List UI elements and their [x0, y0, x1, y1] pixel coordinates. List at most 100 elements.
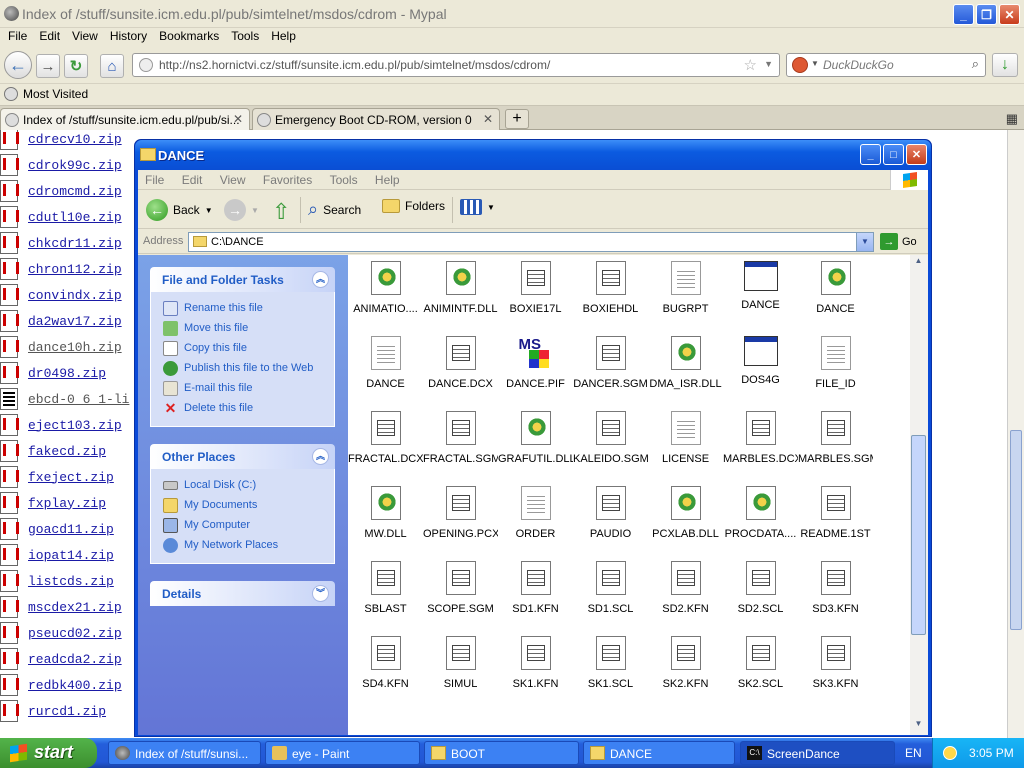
forward-dropdown-icon[interactable]: ▼ [251, 206, 259, 215]
file-item[interactable]: SD1.KFN [498, 559, 573, 629]
email-file-link[interactable]: E-mail this file [163, 378, 334, 398]
tab-close-icon[interactable]: ✕ [233, 112, 243, 126]
tab-emergency-boot[interactable]: Emergency Boot CD-ROM, version 0 ✕ [252, 108, 500, 130]
files-scrollbar[interactable]: ▲ ▼ [910, 255, 928, 735]
local-disk-link[interactable]: Local Disk (C:) [163, 475, 334, 495]
file-item[interactable]: SCOPE.SGM [423, 559, 498, 629]
file-link[interactable]: eject103.zip [28, 418, 122, 433]
file-item[interactable]: SK2.SCL [723, 634, 798, 704]
explorer-maximize-button[interactable]: □ [883, 144, 904, 165]
file-item[interactable]: DANCE.PIF [498, 334, 573, 404]
copy-file-link[interactable]: Copy this file [163, 338, 334, 358]
collapse-chevron-icon[interactable]: ︽ [312, 448, 329, 465]
search-icon[interactable]: ⌕ [972, 56, 979, 72]
menu-tools[interactable]: Tools [225, 28, 265, 46]
file-item[interactable]: SK2.KFN [648, 634, 723, 704]
file-item[interactable]: SBLAST [348, 559, 423, 629]
xp-menu-file[interactable]: File [138, 170, 171, 190]
taskbar-item-boot[interactable]: BOOT [424, 741, 579, 765]
other-places-header[interactable]: Other Places ︽ [150, 444, 335, 469]
files-scrollbar-thumb[interactable] [911, 435, 926, 635]
file-link[interactable]: goacd11.zip [28, 522, 114, 537]
file-item[interactable]: DANCE.DCX [423, 334, 498, 404]
file-link[interactable]: dance10h.zip [28, 340, 122, 355]
file-link[interactable]: pseucd02.zip [28, 626, 122, 641]
home-icon[interactable]: ⌂ [100, 54, 124, 78]
scroll-up-arrow-icon[interactable]: ▲ [911, 256, 926, 271]
file-item[interactable]: SK3.KFN [798, 634, 873, 704]
expand-chevron-icon[interactable]: ︾ [312, 585, 329, 602]
taskbar-item-screendance[interactable]: C:\ ScreenDance [740, 741, 895, 765]
folders-button[interactable]: Folders [382, 199, 445, 213]
my-computer-link[interactable]: My Computer [163, 515, 334, 535]
file-item[interactable]: SD1.SCL [573, 559, 648, 629]
file-item[interactable]: SD2.KFN [648, 559, 723, 629]
file-item[interactable]: DANCE [348, 334, 423, 404]
file-link[interactable]: chron112.zip [28, 262, 122, 277]
file-link[interactable]: cdrok99c.zip [28, 158, 122, 173]
file-link[interactable]: cdrecv10.zip [28, 132, 122, 147]
file-link[interactable]: fxeject.zip [28, 470, 114, 485]
file-item[interactable]: KALEIDO.SGM [573, 409, 648, 479]
bookmark-star-icon[interactable]: ☆ [744, 56, 757, 74]
file-item[interactable]: PAUDIO [573, 484, 648, 554]
back-arrow-icon[interactable]: ← [4, 51, 32, 79]
forward-arrow-icon[interactable]: → [36, 54, 60, 78]
file-item[interactable]: PROCDATA.... [723, 484, 798, 554]
file-item[interactable]: MARBLES.SGM [798, 409, 873, 479]
file-link[interactable]: convindx.zip [28, 288, 122, 303]
go-button[interactable]: → Go [880, 233, 917, 250]
file-link[interactable]: cdutl10e.zip [28, 210, 122, 225]
tab-close-icon[interactable]: ✕ [483, 112, 493, 126]
file-link[interactable]: ebcd-0 6 1-li [28, 392, 129, 407]
back-button[interactable]: ← Back ▼ [146, 199, 213, 221]
page-scrollbar-thumb[interactable] [1010, 430, 1022, 630]
back-dropdown-icon[interactable]: ▼ [205, 206, 213, 215]
menu-bookmarks[interactable]: Bookmarks [153, 28, 225, 46]
file-link[interactable]: fxplay.zip [28, 496, 106, 511]
views-dropdown-icon[interactable]: ▼ [487, 203, 495, 212]
rename-file-link[interactable]: Rename this file [163, 298, 334, 318]
tab-list-grid-icon[interactable]: ▦ [1006, 111, 1018, 127]
file-link[interactable]: iopat14.zip [28, 548, 114, 563]
file-item[interactable]: SIMUL [423, 634, 498, 704]
xp-menu-favorites[interactable]: Favorites [256, 170, 319, 190]
details-header[interactable]: Details ︾ [150, 581, 335, 606]
start-button[interactable]: start [0, 738, 97, 768]
menu-help[interactable]: Help [265, 28, 302, 46]
my-documents-link[interactable]: My Documents [163, 495, 334, 515]
file-item[interactable]: DANCE [723, 259, 798, 329]
address-dropdown-icon[interactable]: ▼ [856, 233, 873, 251]
menu-view[interactable]: View [66, 28, 104, 46]
browser-minimize-button[interactable]: _ [953, 4, 974, 25]
file-folder-tasks-header[interactable]: File and Folder Tasks ︽ [150, 267, 335, 292]
up-folder-button[interactable]: ⇧ [272, 199, 290, 225]
file-item[interactable]: BOXIE17L [498, 259, 573, 329]
search-button[interactable]: ⌕ Search [308, 199, 361, 220]
file-link[interactable]: dr0498.zip [28, 366, 106, 381]
file-item[interactable]: MW.DLL [348, 484, 423, 554]
file-item[interactable]: DANCER.SGM [573, 334, 648, 404]
file-link[interactable]: chkcdr11.zip [28, 236, 122, 251]
duckduckgo-icon[interactable] [792, 57, 808, 73]
file-link[interactable]: listcds.zip [28, 574, 114, 589]
language-indicator[interactable]: EN [905, 746, 922, 760]
file-item[interactable]: SD3.KFN [798, 559, 873, 629]
search-engine-dropdown-icon[interactable]: ▼ [811, 59, 819, 68]
page-scrollbar[interactable] [1007, 130, 1024, 738]
collapse-chevron-icon[interactable]: ︽ [312, 271, 329, 288]
taskbar-item-browser[interactable]: Index of /stuff/sunsi... [108, 741, 261, 765]
search-input[interactable]: ▼ DuckDuckGo ⌕ [786, 53, 986, 77]
forward-button[interactable]: → ▼ [224, 199, 259, 221]
file-item[interactable]: FRACTAL.DCX [348, 409, 423, 479]
address-input[interactable]: C:\DANCE ▼ [188, 232, 874, 252]
download-icon[interactable]: ↓ [992, 53, 1018, 77]
browser-restore-button[interactable]: ❐ [976, 4, 997, 25]
file-item[interactable]: DMA_ISR.DLL [648, 334, 723, 404]
file-item[interactable]: MARBLES.DCX [723, 409, 798, 479]
file-item[interactable]: PCXLAB.DLL [648, 484, 723, 554]
taskbar-item-paint[interactable]: eye - Paint [265, 741, 420, 765]
file-item[interactable]: DANCE [798, 259, 873, 329]
file-item[interactable]: ANIMATIO.... [348, 259, 423, 329]
file-link[interactable]: da2wav17.zip [28, 314, 122, 329]
